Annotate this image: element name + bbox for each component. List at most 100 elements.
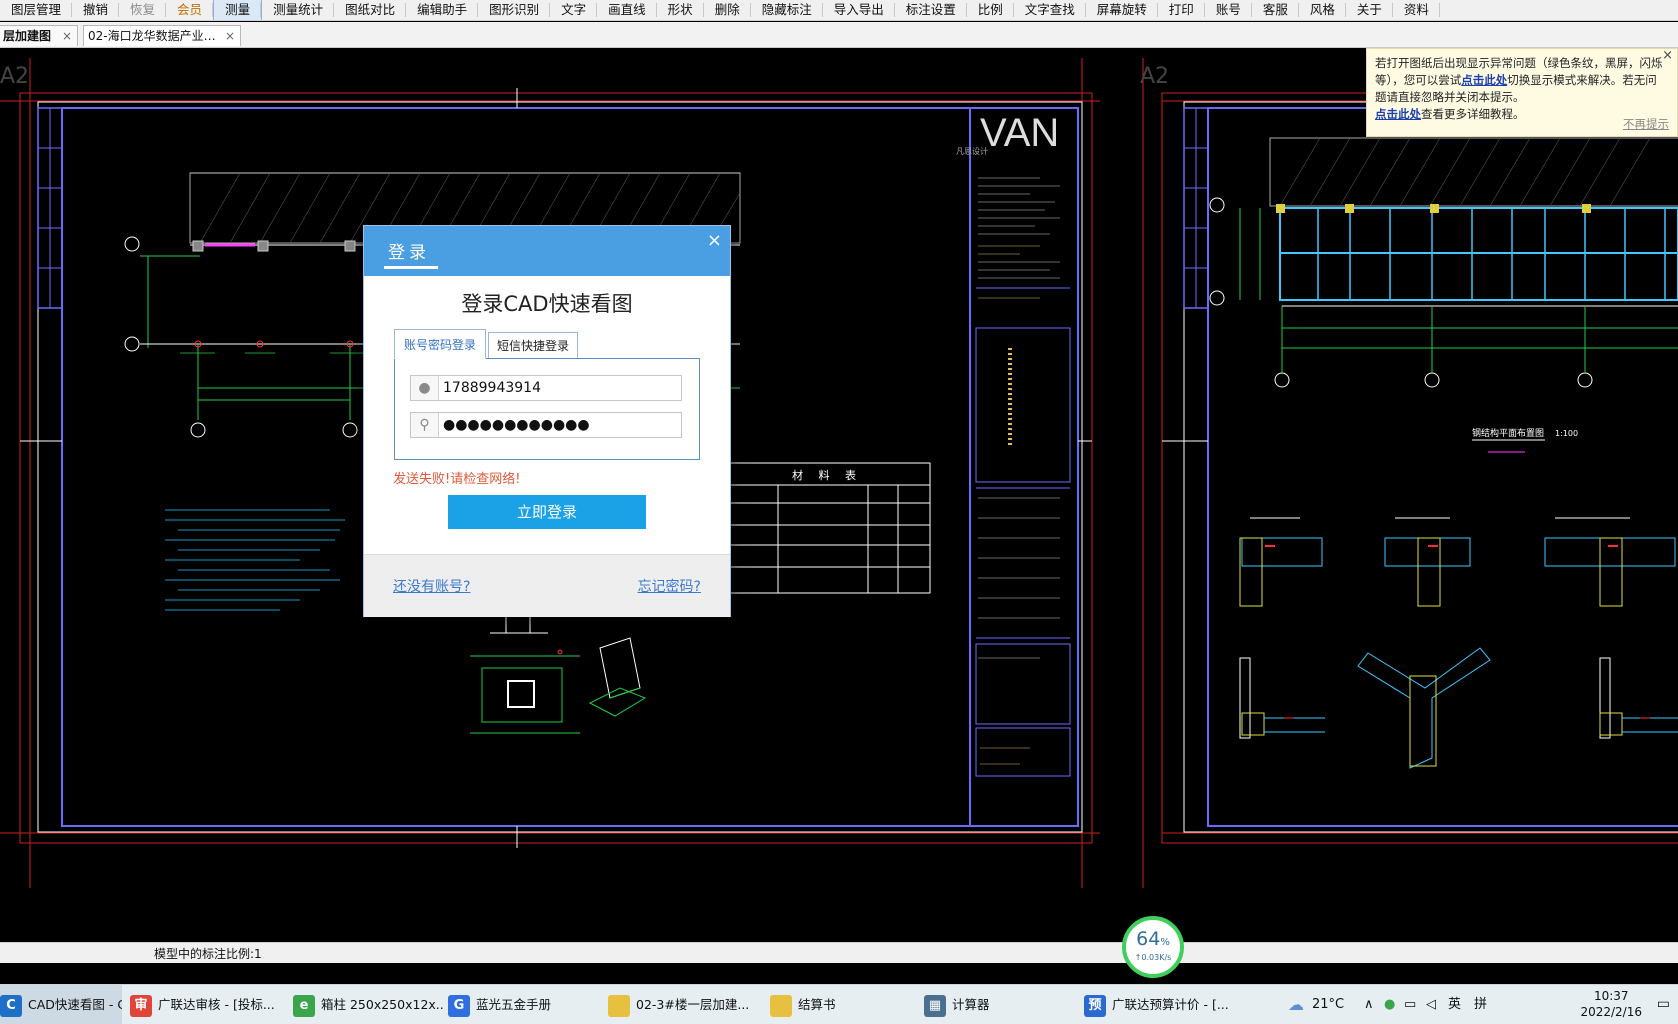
logo-subtitle: 凡恩设计: [956, 146, 988, 156]
menu-item-21[interactable]: 客服: [1252, 0, 1299, 20]
chevron-up-icon[interactable]: ∧: [1364, 985, 1374, 1024]
forgot-password-link[interactable]: 忘记密码?: [638, 576, 701, 596]
notification-icon[interactable]: ▭: [1657, 985, 1670, 1024]
menu-item-22[interactable]: 风格: [1299, 0, 1346, 20]
cad-drawing-canvas[interactable]: A2 VAN 凡恩设计 材 料 表 A2 钢结构平面布置图 1:100: [0, 48, 1678, 942]
annotation-scale-text: 模型中的标注比例:1: [154, 947, 262, 961]
menu-bar: 图层管理 撤销 恢复 会员 测量 测量统计 图纸对比 编辑助手 图形识别 文字 画直线 形状 删除 隐藏标…: [0, 0, 1678, 21]
plan-scale: 1:100: [1555, 429, 1578, 438]
ime-pinyin[interactable]: 拼: [1474, 985, 1487, 1024]
tab-haikou-data-industry[interactable]: 02-海口龙华数据产业… ×: [83, 25, 241, 46]
material-table-title: 材 料 表: [792, 468, 862, 482]
do-not-show-again-link[interactable]: 不再提示: [1623, 116, 1669, 133]
login-dialog: 登录 × 登录CAD快速看图 账号密码登录 短信快捷登录 ● ⚲ 发送失败!请检…: [363, 225, 731, 617]
tab-sms-login[interactable]: 短信快捷登录: [488, 332, 578, 359]
display-issue-notice: 若打开图纸后出现显示异常问题（绿色条纹，黑屏，闪烁等），您可以尝试点击此处切换显…: [1366, 48, 1678, 137]
tab-layer-addition-drawing[interactable]: 层加建图 ×: [0, 25, 78, 46]
taskbar-item-2[interactable]: e 箱柱 250x250x12x...: [293, 985, 443, 1024]
notice-text-3: 查看更多详细教程。: [1421, 107, 1525, 121]
ime-english[interactable]: 英: [1448, 985, 1461, 1024]
menu-item-11[interactable]: 形状: [657, 0, 704, 20]
password-input[interactable]: [443, 415, 673, 435]
menu-item-19[interactable]: 打印: [1158, 0, 1205, 20]
menu-item-8[interactable]: 图形识别: [478, 0, 551, 20]
menu-item-18[interactable]: 屏幕旋转: [1086, 0, 1158, 20]
menu-item-12[interactable]: 删除: [704, 0, 751, 20]
tutorial-link[interactable]: 点击此处: [1375, 107, 1421, 121]
cad-drawing: A2 VAN 凡恩设计 材 料 表 A2 钢结构平面布置图 1:100: [0, 58, 1678, 888]
tab-close-icon[interactable]: ×: [62, 26, 72, 46]
van-logo: VAN: [980, 111, 1059, 155]
taskbar-item-1[interactable]: 审广联达审核 - [投标...: [130, 985, 288, 1024]
register-link[interactable]: 还没有账号?: [393, 576, 470, 596]
menu-item-24[interactable]: 资料: [1393, 0, 1440, 20]
clock[interactable]: 10:37 2022/2/16: [1580, 988, 1642, 1020]
cloud-icon: ☁: [1288, 995, 1304, 1014]
taskbar-item-label: 箱柱 250x250x12x...: [321, 997, 443, 1012]
taskbar-item-4[interactable]: 02-3#楼一层加建...: [608, 985, 766, 1024]
error-message: 发送失败!请检查网络!: [393, 472, 521, 487]
taskbar-item-label: 02-3#楼一层加建...: [636, 997, 750, 1012]
user-icon: ●: [411, 376, 439, 400]
folder-icon: [770, 994, 792, 1017]
sheet-label-left: A2: [0, 64, 29, 89]
menu-item-7[interactable]: 编辑助手: [406, 0, 479, 20]
menu-item-10[interactable]: 画直线: [597, 0, 657, 20]
menu-item-0[interactable]: 图层管理: [0, 0, 73, 20]
phone-field[interactable]: ●: [410, 375, 682, 401]
menu-item-17[interactable]: 文字查找: [1014, 0, 1086, 20]
menu-item-6[interactable]: 图纸对比: [334, 0, 407, 20]
switch-display-mode-link[interactable]: 点击此处: [1461, 73, 1507, 87]
taskbar-item-label: 广联达预算计价 - [...: [1112, 997, 1229, 1012]
manual-app-icon: G: [448, 994, 470, 1017]
speed-unit: %: [1160, 937, 1170, 948]
dialog-close-icon[interactable]: ×: [707, 230, 722, 251]
weather-temperature[interactable]: 21°C: [1312, 985, 1344, 1024]
cad-app-icon: C: [0, 994, 22, 1017]
menu-item-9[interactable]: 文字: [550, 0, 598, 20]
taskbar-item-7[interactable]: 预广联达预算计价 - [...: [1084, 985, 1244, 1024]
menu-item-15[interactable]: 标注设置: [895, 0, 967, 20]
taskbar-item-5[interactable]: 结算书: [770, 985, 920, 1024]
taskbar-item-label: 广联达审核 - [投标...: [158, 997, 275, 1012]
volume-icon[interactable]: ◁: [1426, 985, 1436, 1024]
design-notes: [165, 509, 345, 611]
menu-item-20[interactable]: 账号: [1205, 0, 1252, 20]
login-heading: 登录CAD快速看图: [461, 292, 633, 316]
material-table: [724, 462, 931, 594]
menu-item-5[interactable]: 测量统计: [262, 0, 335, 20]
windows-taskbar: CCAD快速看图 - C:\...审广联达审核 - [投标...e 箱柱 250x…: [0, 984, 1678, 1024]
tab-close-icon[interactable]: ×: [225, 26, 235, 46]
menu-item-23[interactable]: 关于: [1346, 0, 1393, 20]
menu-item-4[interactable]: 测量: [213, 0, 263, 20]
login-dialog-title: 登录: [388, 243, 430, 263]
connection-details: [1239, 517, 1678, 769]
notice-close-icon[interactable]: ×: [1662, 47, 1673, 64]
tab-password-login[interactable]: 账号密码登录: [394, 329, 486, 359]
browser-icon: e: [293, 994, 315, 1017]
security-icon[interactable]: ●: [1384, 985, 1395, 1024]
taskbar-item-3[interactable]: G 蓝光五金手册: [448, 985, 603, 1024]
speed-percent: 64: [1136, 928, 1161, 950]
menu-item-3[interactable]: 会员: [166, 0, 214, 20]
system-tray: ☁ 21°C ∧ ● ▭ ◁ 英 拼 10:37 2022/2/16 ▭: [1278, 985, 1678, 1024]
login-form: ● ⚲: [394, 358, 700, 460]
login-dialog-header: 登录 ×: [364, 226, 730, 276]
taskbar-item-6[interactable]: ▦ 计算器: [924, 985, 1079, 1024]
title-block: [975, 287, 1071, 777]
title-block-text: [978, 177, 1060, 765]
menu-item-1[interactable]: 撤销: [72, 0, 120, 20]
phone-input[interactable]: [443, 378, 673, 398]
login-button[interactable]: 立即登录: [448, 495, 646, 529]
taskbar-item-label: 计算器: [952, 997, 990, 1012]
password-field[interactable]: ⚲: [410, 412, 682, 438]
right-plan: [1209, 137, 1678, 388]
network-icon[interactable]: ▭: [1404, 985, 1416, 1024]
menu-item-14[interactable]: 导入导出: [823, 0, 895, 20]
menu-item-16[interactable]: 比例: [967, 0, 1014, 20]
plan-title: 钢结构平面布置图: [1472, 427, 1544, 439]
tab-label: 层加建图: [3, 29, 52, 43]
network-speed-widget[interactable]: 64% ↑0.03K/s: [1122, 916, 1184, 978]
taskbar-item-0[interactable]: C CAD快速看图 - C:\...: [0, 985, 122, 1024]
menu-item-13[interactable]: 隐藏标注: [751, 0, 823, 20]
